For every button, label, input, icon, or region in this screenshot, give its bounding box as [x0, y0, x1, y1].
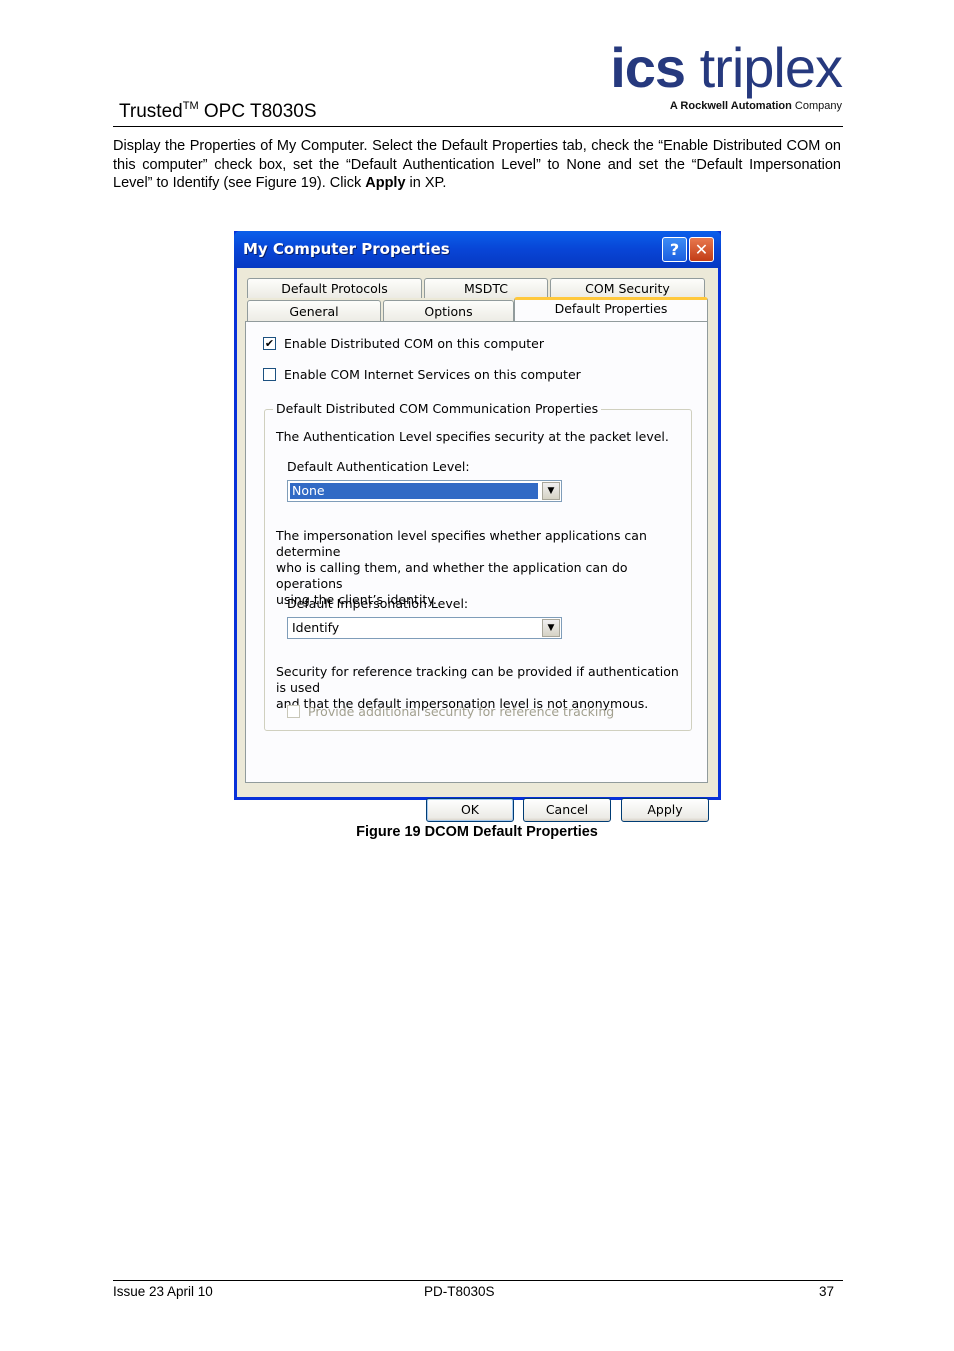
ok-button[interactable]: OK [426, 798, 514, 822]
enable-cis-label[interactable]: Enable COM Internet Services on this com… [284, 367, 581, 382]
auth-level-value: None [290, 483, 538, 499]
tab-com-security[interactable]: COM Security [550, 278, 705, 298]
trademark: TM [182, 100, 199, 112]
footer-rule [113, 1280, 843, 1281]
tab-default-properties[interactable]: Default Properties [514, 297, 708, 321]
header-rule [113, 126, 843, 127]
company-logo: ics triplex A Rockwell Automation Compan… [610, 40, 843, 113]
group-title: Default Distributed COM Communication Pr… [273, 401, 602, 416]
apply-button[interactable]: Apply [621, 798, 709, 822]
tab-general[interactable]: General [247, 300, 381, 322]
footer-page-number: 37 [819, 1284, 835, 1299]
enable-dcom-checkbox[interactable]: ✔ [263, 337, 276, 350]
dialog-client-area: Default Protocols MSDTC COM Security Gen… [237, 268, 718, 822]
tab-msdtc[interactable]: MSDTC [424, 278, 548, 298]
dropdown-arrow-icon[interactable]: ▼ [542, 482, 560, 500]
impersonation-level-value: Identify [292, 620, 340, 635]
product-name: Trusted [119, 101, 183, 122]
product-code: OPC T8030S [198, 101, 317, 122]
close-button[interactable]: ✕ [689, 237, 714, 262]
figure-caption: Figure 19 DCOM Default Properties [356, 824, 598, 840]
enable-dcom-label[interactable]: Enable Distributed COM on this computer [284, 336, 544, 351]
reference-tracking-label[interactable]: Provide additional security for referenc… [308, 704, 614, 719]
logo-bold-text: ics [610, 36, 686, 99]
document-title: TrustedTM OPC T8030S [119, 100, 317, 123]
auth-level-label: Default Authentication Level: [287, 459, 470, 474]
logo-company: Company [794, 100, 842, 112]
logo-tagline: A Rockwell Automation [669, 100, 792, 112]
tab-options[interactable]: Options [383, 300, 514, 322]
dialog-title: My Computer Properties [243, 240, 450, 258]
dcom-communication-group: Default Distributed COM Communication Pr… [264, 401, 692, 731]
instruction-paragraph: Display the Properties of My Computer. S… [113, 138, 841, 191]
enable-cis-checkbox[interactable] [263, 368, 276, 381]
apply-emphasis: Apply [365, 175, 406, 191]
dropdown-arrow-icon[interactable]: ▼ [542, 619, 560, 637]
title-bar[interactable]: My Computer Properties ? ✕ [234, 231, 721, 268]
my-computer-properties-dialog: My Computer Properties ? ✕ Default Proto… [234, 231, 721, 822]
impersonation-level-select[interactable]: Identify ▼ [287, 617, 562, 639]
reference-tracking-checkbox[interactable] [287, 705, 300, 718]
tab-default-protocols[interactable]: Default Protocols [247, 278, 422, 298]
default-properties-panel: ✔ Enable Distributed COM on this compute… [245, 321, 708, 783]
logo-light-text: triplex [699, 36, 843, 99]
help-button[interactable]: ? [662, 237, 687, 262]
cancel-button[interactable]: Cancel [523, 798, 611, 822]
impersonation-level-label: Default Impersonation Level: [287, 596, 469, 611]
auth-description: The Authentication Level specifies secur… [276, 429, 669, 444]
footer-issue: Issue 23 April 10 [113, 1284, 213, 1299]
auth-level-select[interactable]: None ▼ [287, 480, 562, 502]
footer-doc-number: PD-T8030S [424, 1284, 495, 1299]
